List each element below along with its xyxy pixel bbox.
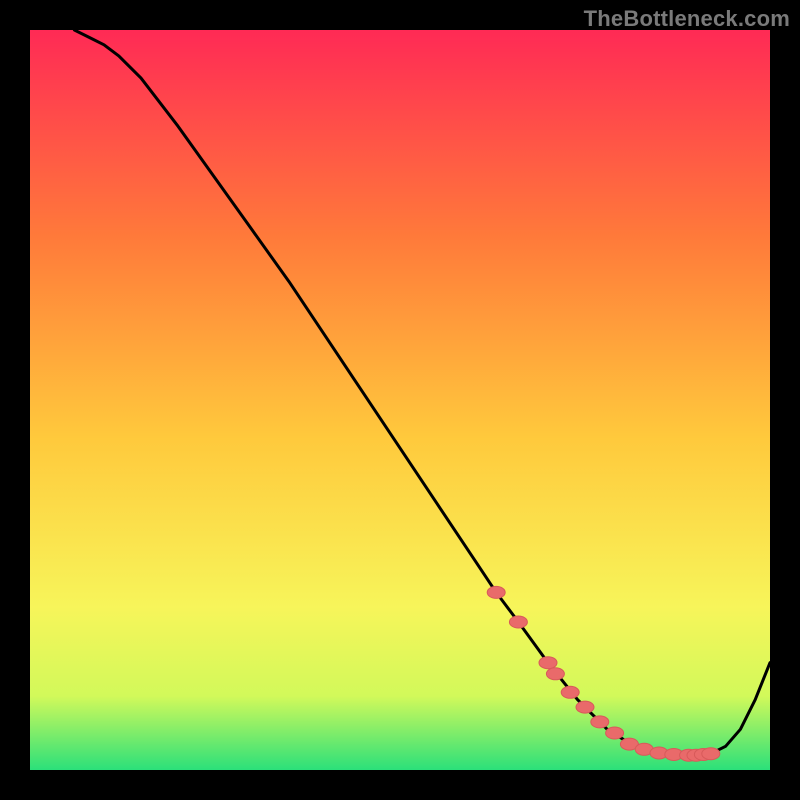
marker-point [487, 586, 505, 598]
marker-point [702, 748, 720, 760]
marker-point [561, 686, 579, 698]
bottleneck-chart [30, 30, 770, 770]
watermark-text: TheBottleneck.com [584, 6, 790, 32]
marker-point [591, 716, 609, 728]
chart-frame: TheBottleneck.com [0, 0, 800, 800]
marker-point [539, 657, 557, 669]
marker-point [509, 616, 527, 628]
plot-area [30, 30, 770, 770]
marker-point [576, 701, 594, 713]
marker-point [606, 727, 624, 739]
gradient-background [30, 30, 770, 770]
marker-point [546, 668, 564, 680]
